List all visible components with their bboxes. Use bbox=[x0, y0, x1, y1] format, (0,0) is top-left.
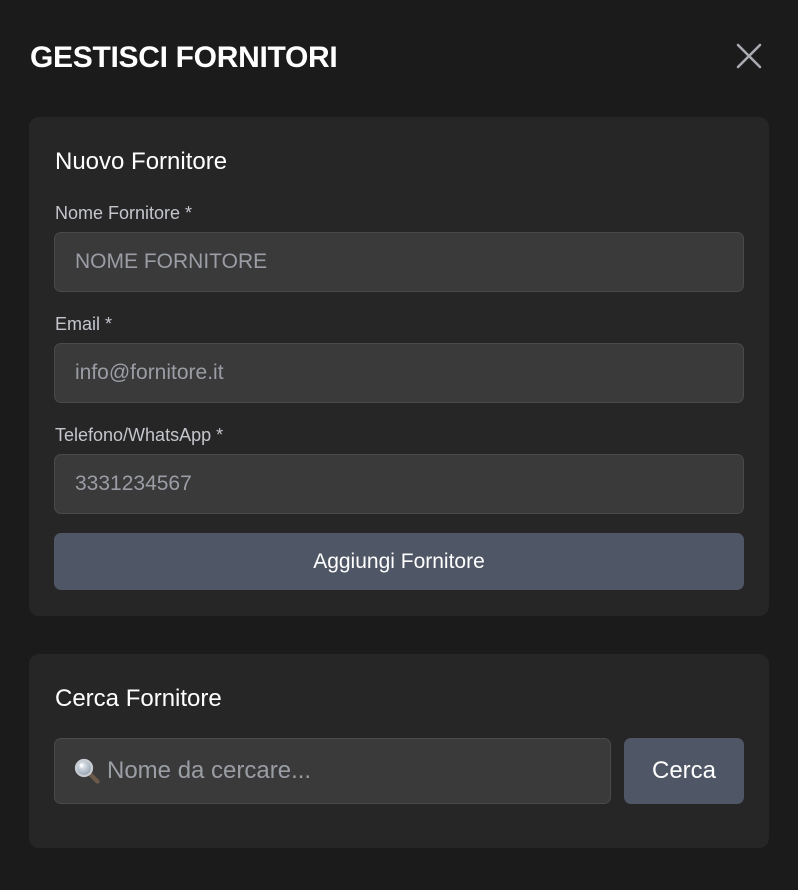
supplier-name-label: Nome Fornitore * bbox=[55, 203, 193, 223]
search-supplier-title: Cerca Fornitore bbox=[55, 685, 222, 712]
modal-header: GESTISCI FORNITORI bbox=[30, 38, 768, 78]
search-button[interactable]: Cerca bbox=[624, 738, 744, 804]
modal-title: GESTISCI FORNITORI bbox=[30, 41, 338, 74]
search-supplier-card: Cerca Fornitore Cerca bbox=[29, 654, 769, 848]
email-label: Email * bbox=[55, 314, 113, 334]
search-icon bbox=[74, 758, 100, 784]
supplier-name-input[interactable] bbox=[54, 232, 744, 292]
email-input[interactable] bbox=[54, 343, 744, 403]
search-input[interactable] bbox=[107, 739, 602, 803]
phone-label: Telefono/WhatsApp * bbox=[55, 425, 224, 445]
close-icon bbox=[736, 43, 762, 69]
phone-input[interactable] bbox=[54, 454, 744, 514]
new-supplier-card: Nuovo Fornitore Nome Fornitore * Email *… bbox=[29, 117, 769, 616]
close-button[interactable] bbox=[735, 42, 763, 70]
new-supplier-title: Nuovo Fornitore bbox=[55, 148, 228, 175]
add-supplier-button[interactable]: Aggiungi Fornitore bbox=[54, 533, 744, 590]
search-field[interactable] bbox=[54, 738, 611, 804]
manage-suppliers-modal: GESTISCI FORNITORI Nuovo Fornitore Nome … bbox=[0, 0, 798, 890]
